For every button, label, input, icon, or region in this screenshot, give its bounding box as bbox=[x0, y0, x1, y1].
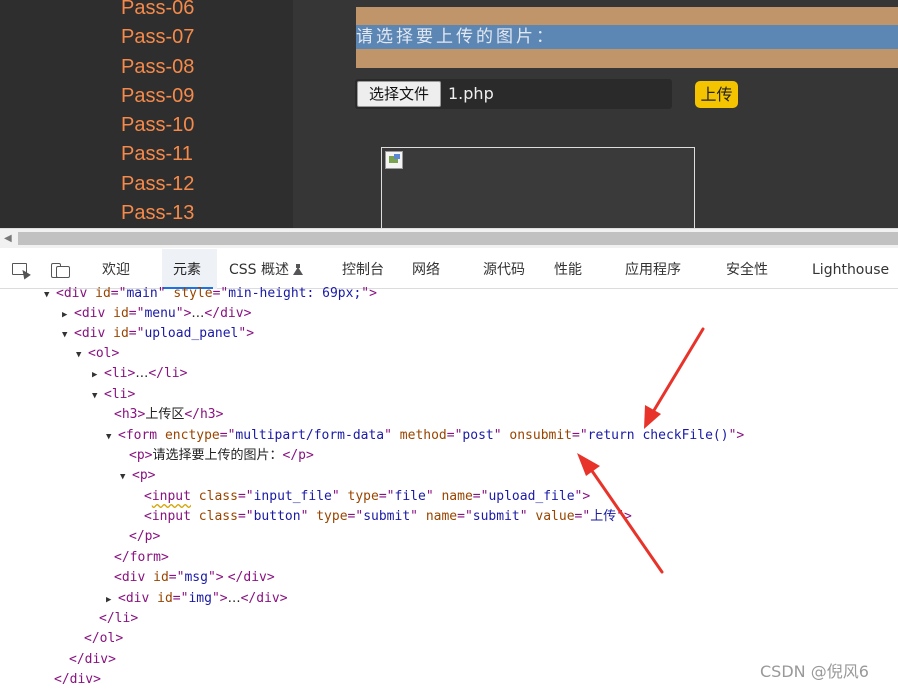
pass-link-12[interactable]: Pass-12 bbox=[121, 170, 241, 199]
dom-node-markup: </li> bbox=[99, 611, 139, 626]
expanded-triangle-icon[interactable]: ▼ bbox=[76, 345, 88, 365]
tab-network[interactable]: 网络 bbox=[412, 249, 440, 289]
tab-css-overview[interactable]: CSS 概述 bbox=[229, 249, 303, 289]
dom-node-markup: </div> bbox=[54, 672, 101, 687]
highlight-band-bottom bbox=[356, 49, 898, 68]
dom-node-markup: <p>请选择要上传的图片：</p> bbox=[129, 448, 314, 463]
dom-node-line[interactable]: ▼ <div id="upload_panel"> bbox=[62, 324, 254, 344]
collapsed-triangle-icon[interactable]: ▶ bbox=[92, 365, 104, 385]
dom-node-markup: <p> bbox=[132, 468, 156, 483]
pass-link-06[interactable]: Pass-06 bbox=[121, 0, 241, 23]
dom-node-markup: </p> bbox=[129, 529, 161, 544]
uploaded-image-frame bbox=[381, 147, 695, 228]
upload-prompt: 请选择要上传的图片： bbox=[356, 27, 556, 47]
dom-node-markup: </div> bbox=[69, 652, 116, 667]
expanded-triangle-icon[interactable]: ▼ bbox=[62, 325, 74, 345]
selected-file-name: 1.php bbox=[448, 84, 494, 103]
expanded-triangle-icon[interactable]: ▼ bbox=[106, 427, 118, 447]
tab-performance[interactable]: 性能 bbox=[554, 249, 582, 289]
dom-node-line[interactable]: </p> bbox=[129, 527, 160, 547]
dom-node-markup: <h3>上传区</h3> bbox=[114, 407, 224, 422]
pass-link-08[interactable]: Pass-08 bbox=[121, 53, 241, 82]
dom-node-line[interactable]: <p>请选择要上传的图片：</p> bbox=[129, 446, 314, 466]
tab-elements[interactable]: 元素 bbox=[163, 249, 213, 289]
dom-node-markup: </form> bbox=[114, 550, 169, 565]
file-input[interactable]: 选择文件 1.php bbox=[355, 79, 672, 109]
upload-button[interactable]: 上传 bbox=[695, 81, 738, 108]
dom-node-line[interactable]: </div> bbox=[54, 670, 101, 690]
dom-node-markup: <form enctype="multipart/form-data" meth… bbox=[118, 428, 745, 443]
dom-node-markup: <div id="msg"> </div> bbox=[114, 570, 275, 585]
dom-node-line[interactable]: </li> bbox=[99, 609, 138, 629]
tab-security[interactable]: 安全性 bbox=[726, 249, 768, 289]
dom-node-line[interactable]: <h3>上传区</h3> bbox=[114, 405, 223, 425]
collapsed-triangle-icon[interactable]: ▶ bbox=[106, 590, 118, 610]
dom-node-markup: </ol> bbox=[84, 631, 124, 646]
dom-node-line[interactable]: <input class="button" type="submit" name… bbox=[144, 507, 632, 527]
dom-node-markup: <div id="img">…</div> bbox=[118, 591, 288, 606]
tab-sources[interactable]: 源代码 bbox=[483, 249, 525, 289]
choose-file-button[interactable]: 选择文件 bbox=[357, 81, 441, 107]
experiment-flask-icon bbox=[293, 264, 303, 275]
pass-link-09[interactable]: Pass-09 bbox=[121, 82, 241, 111]
dom-node-markup: <li> bbox=[104, 387, 136, 402]
dom-node-markup: <div id="menu">…</div> bbox=[74, 306, 252, 321]
tab-lighthouse[interactable]: Lighthouse bbox=[812, 249, 889, 289]
dom-node-line[interactable]: ▼ <form enctype="multipart/form-data" met… bbox=[106, 426, 744, 446]
elements-dom-tree: ▼ <div id="main" style="min-height: 69px;… bbox=[0, 286, 898, 690]
device-toolbar-icon[interactable] bbox=[51, 262, 71, 280]
webpage-viewport: Pass-06 Pass-07 Pass-08 Pass-09 Pass-10 … bbox=[0, 0, 898, 228]
pass-link-13[interactable]: Pass-13 bbox=[121, 199, 241, 228]
dom-node-line[interactable]: ▶ <div id="menu">…</div> bbox=[62, 304, 251, 324]
dom-node-line[interactable]: ▼ <ol> bbox=[76, 344, 119, 364]
dom-node-line[interactable]: </ol> bbox=[84, 629, 123, 649]
highlight-band-top bbox=[356, 7, 898, 25]
dom-node-line[interactable]: </form> bbox=[114, 548, 169, 568]
csdn-watermark: CSDN @倪风6 bbox=[760, 662, 869, 681]
expanded-triangle-icon[interactable]: ▼ bbox=[44, 285, 56, 305]
dom-node-markup: <ol> bbox=[88, 346, 120, 361]
tab-console[interactable]: 控制台 bbox=[342, 249, 384, 289]
dom-node-line[interactable]: ▶ <div id="img">…</div> bbox=[106, 589, 288, 609]
dom-node-markup: <div id="main" style="min-height: 69px;"… bbox=[56, 286, 377, 301]
dom-node-line[interactable]: <div id="msg"> </div> bbox=[114, 568, 275, 588]
dom-node-markup: <input class="button" type="submit" name… bbox=[144, 509, 632, 524]
tab-application[interactable]: 应用程序 bbox=[625, 249, 681, 289]
tab-welcome[interactable]: 欢迎 bbox=[102, 249, 130, 289]
sidebar-menu: Pass-06 Pass-07 Pass-08 Pass-09 Pass-10 … bbox=[0, 0, 293, 228]
dom-node-line[interactable]: </div> bbox=[69, 650, 116, 670]
pass-link-07[interactable]: Pass-07 bbox=[121, 23, 241, 52]
inspect-element-icon[interactable] bbox=[12, 262, 32, 280]
dom-node-line[interactable]: ▼ <div id="main" style="min-height: 69px;… bbox=[44, 284, 377, 304]
dom-node-line[interactable]: ▼ <p> bbox=[120, 466, 155, 486]
dom-node-markup: <li>…</li> bbox=[104, 366, 188, 381]
pass-link-11[interactable]: Pass-11 bbox=[121, 140, 241, 169]
dom-node-markup: <input class="input_file" type="file" na… bbox=[144, 489, 591, 504]
scroll-left-arrow-icon[interactable]: ◀ bbox=[4, 233, 12, 244]
horizontal-scrollbar[interactable]: ◀ bbox=[0, 228, 898, 248]
dom-node-line[interactable]: ▶ <li>…</li> bbox=[92, 364, 187, 384]
dom-node-line[interactable]: <input class="input_file" type="file" na… bbox=[144, 487, 590, 507]
pass-link-10[interactable]: Pass-10 bbox=[121, 111, 241, 140]
expanded-triangle-icon[interactable]: ▼ bbox=[120, 467, 132, 487]
tab-css-overview-label: CSS 概述 bbox=[229, 262, 289, 278]
expanded-triangle-icon[interactable]: ▼ bbox=[92, 386, 104, 406]
broken-image-icon bbox=[385, 151, 403, 169]
dom-node-markup: <div id="upload_panel"> bbox=[74, 326, 255, 341]
scrollbar-thumb[interactable] bbox=[18, 232, 898, 245]
devtools-tab-bar: 欢迎 元素 CSS 概述 控制台 网络 源代码 性能 应用程序 安全性 Ligh… bbox=[0, 249, 898, 289]
dom-node-line[interactable]: ▼ <li> bbox=[92, 385, 135, 405]
collapsed-triangle-icon[interactable]: ▶ bbox=[62, 305, 74, 325]
